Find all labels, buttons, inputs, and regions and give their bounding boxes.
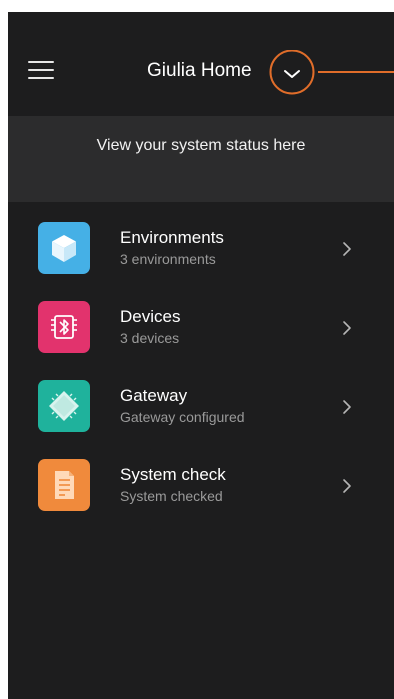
home-title[interactable]: Giulia Home xyxy=(147,59,252,83)
menu-line xyxy=(28,77,54,79)
item-label: Environments xyxy=(120,228,224,247)
top-bar: Giulia Home xyxy=(8,12,394,116)
chevron-right-icon xyxy=(343,321,351,335)
chevron-down-icon xyxy=(269,49,315,95)
list-item-gateway[interactable]: Gateway Gateway configured xyxy=(8,360,394,436)
item-label: System check xyxy=(120,465,226,484)
document-icon xyxy=(38,459,90,511)
chevron-right-icon xyxy=(343,242,351,256)
item-subtitle: Gateway configured xyxy=(120,409,245,425)
chevron-right-icon xyxy=(343,479,351,493)
chip-icon xyxy=(38,380,90,432)
menu-line xyxy=(28,61,54,63)
item-subtitle: 3 devices xyxy=(120,330,180,346)
list-item-devices[interactable]: Devices 3 devices xyxy=(8,281,394,357)
menu-line xyxy=(28,69,54,71)
item-label: Gateway xyxy=(120,386,188,405)
item-subtitle: System checked xyxy=(120,488,223,504)
home-switcher-button[interactable] xyxy=(266,49,318,96)
item-label: Devices xyxy=(120,307,181,326)
cube-icon xyxy=(38,222,90,274)
callout-line xyxy=(318,71,394,73)
item-subtitle: 3 environments xyxy=(120,251,216,267)
status-text: View your system status here xyxy=(96,137,306,154)
menu-button[interactable] xyxy=(28,59,54,81)
chevron-right-icon xyxy=(343,400,351,414)
list-item-system-check[interactable]: System check System checked xyxy=(8,439,394,515)
app-screen: Giulia Home View your system status here… xyxy=(8,12,394,699)
status-banner: View your system status here xyxy=(8,116,394,202)
list-item-environments[interactable]: Environments 3 environments xyxy=(8,202,394,278)
bluetooth-device-icon xyxy=(38,301,90,353)
